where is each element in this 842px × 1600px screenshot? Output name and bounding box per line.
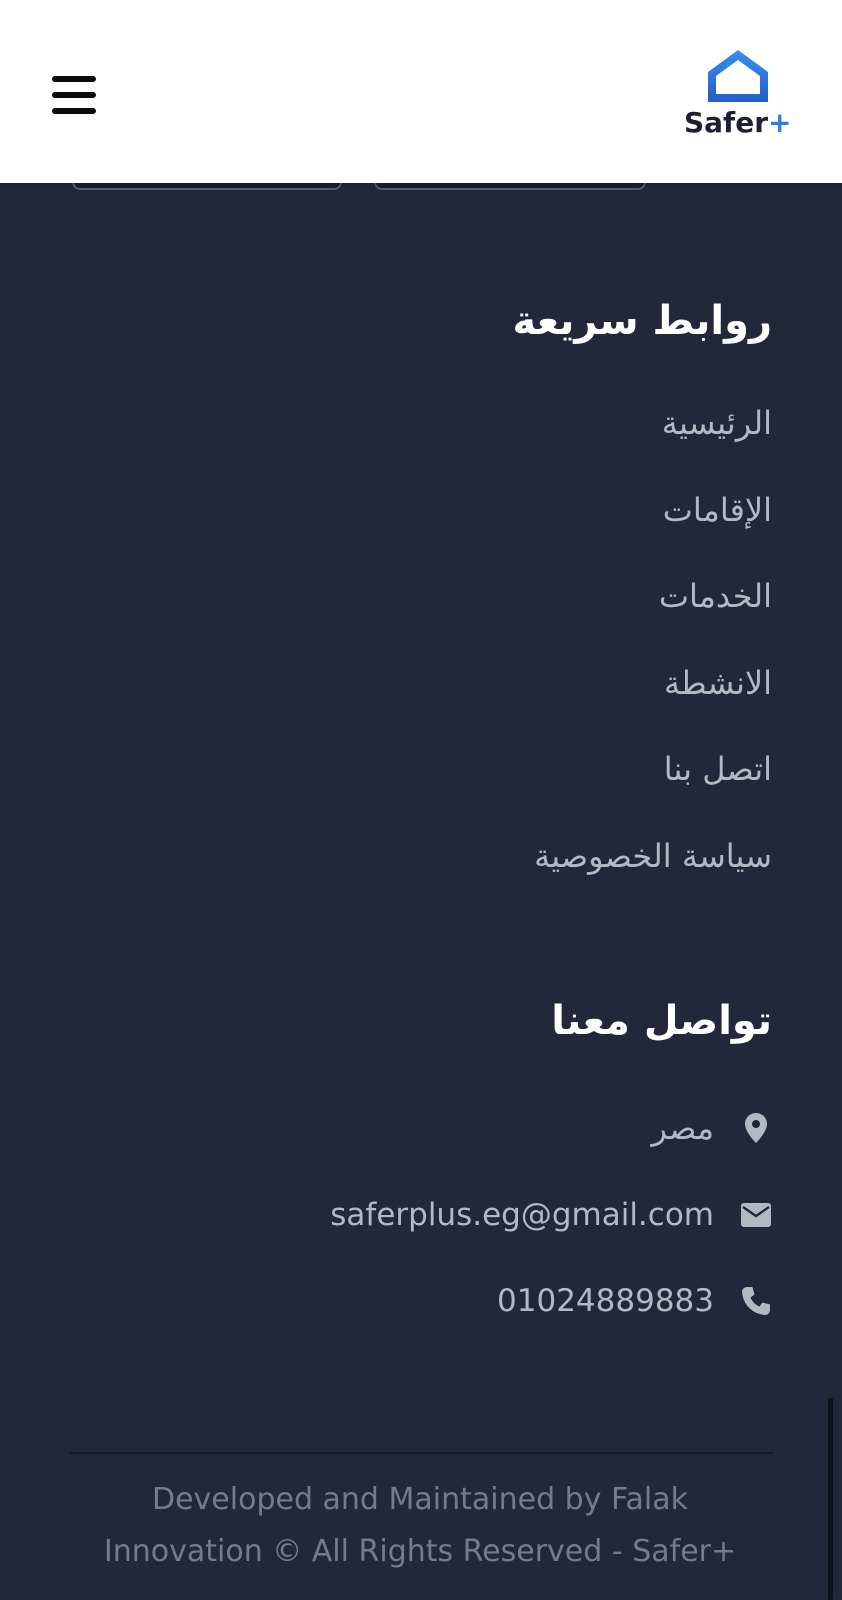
quick-link-contact[interactable]: اتصل بنا	[534, 750, 772, 837]
hamburger-menu-icon[interactable]	[46, 70, 102, 120]
footer-divider	[70, 1452, 774, 1454]
page: Safer+ روابط سريعة الرئيسية الإقامات الخ…	[0, 0, 842, 1600]
quick-links-title: روابط سريعة	[512, 298, 772, 344]
copyright-text: Developed and Maintained by Falak Innova…	[103, 1482, 737, 1569]
phone-icon	[740, 1281, 772, 1321]
scrollbar[interactable]	[828, 1398, 833, 1600]
contact-title: تواصل معنا	[551, 998, 772, 1044]
house-logo-icon	[708, 50, 768, 102]
quick-link-home[interactable]: الرئيسية	[534, 404, 772, 491]
contact-email[interactable]: saferplus.eg@gmail.com	[330, 1195, 772, 1282]
quick-links-list: الرئيسية الإقامات الخدمات الانشطة اتصل ب…	[534, 404, 772, 923]
contact-list: مصر saferplus.eg@gmail.com 01024889883	[330, 1108, 772, 1368]
safer-plus-logo[interactable]: Safer+	[684, 48, 794, 144]
phone-text[interactable]: 01024889883	[497, 1281, 714, 1321]
location-text: مصر	[651, 1109, 714, 1147]
quick-link-privacy[interactable]: سياسة الخصوصية	[534, 837, 772, 924]
envelope-icon	[740, 1195, 772, 1235]
quick-link-services[interactable]: الخدمات	[534, 577, 772, 664]
quick-link-accommodations[interactable]: الإقامات	[534, 491, 772, 578]
email-text[interactable]: saferplus.eg@gmail.com	[330, 1195, 714, 1235]
site-header: Safer+	[0, 0, 842, 183]
quick-link-activities[interactable]: الانشطة	[534, 664, 772, 751]
logo-text: Safer+	[684, 106, 792, 139]
map-pin-icon	[740, 1108, 772, 1148]
contact-phone[interactable]: 01024889883	[330, 1281, 772, 1368]
contact-location: مصر	[330, 1108, 772, 1195]
